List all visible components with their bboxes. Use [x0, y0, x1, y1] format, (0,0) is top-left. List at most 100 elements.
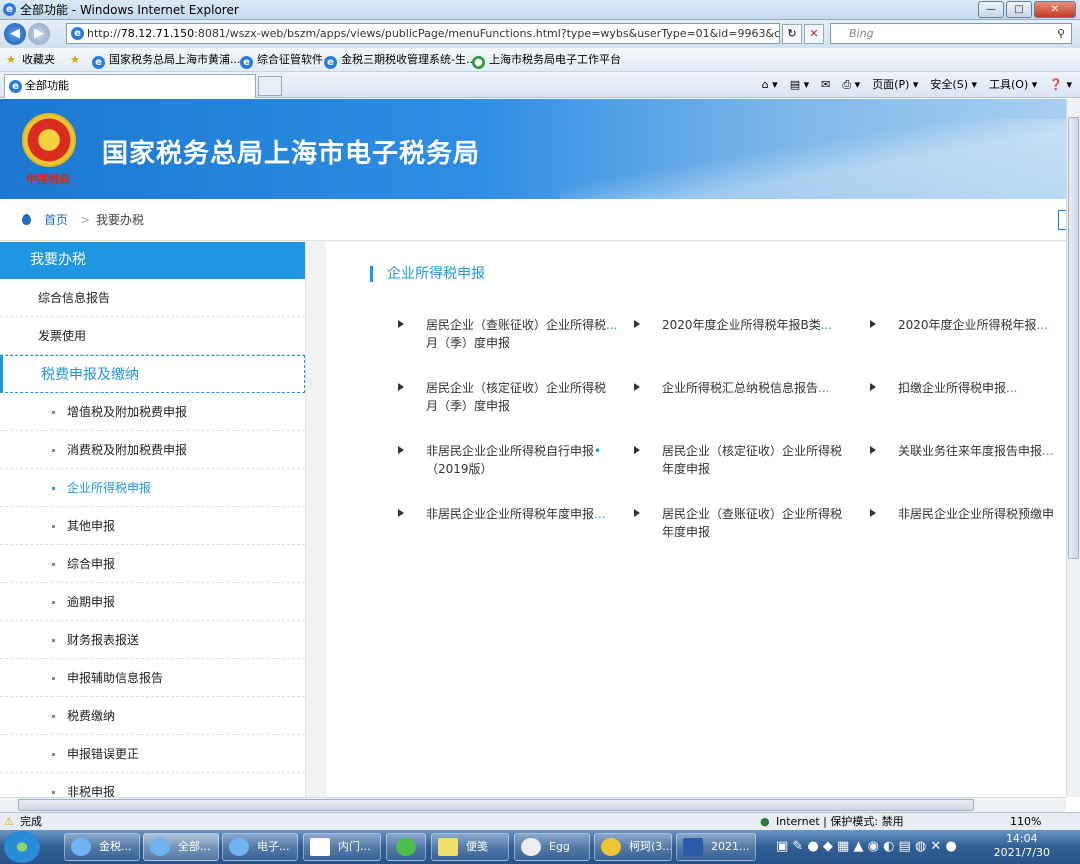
sidebar-header[interactable]: 我要办税: [0, 242, 305, 279]
function-link[interactable]: 扣缴企业所得税申报...: [870, 379, 1066, 397]
taskbar-button[interactable]: 柯珂(3...: [594, 833, 672, 861]
function-link[interactable]: 企业所得税汇总纳税信息报告...: [634, 379, 862, 397]
page-menu[interactable]: 页面(P) ▾: [872, 72, 918, 98]
function-link[interactable]: 非居民企业企业所得税年度申报...: [398, 505, 626, 523]
refresh-icon[interactable]: ↻: [782, 24, 802, 44]
bullet-icon: [52, 449, 55, 452]
vertical-scroll-thumb[interactable]: [1068, 117, 1079, 559]
search-input[interactable]: Bing ⚲: [830, 23, 1072, 44]
horizontal-scrollbar[interactable]: [0, 797, 1066, 812]
sidebar-item-auxiliary-info[interactable]: 申报辅助信息报告: [0, 659, 305, 697]
egg-icon: [521, 838, 541, 856]
sidebar-item-non-tax[interactable]: 非税申报: [0, 773, 305, 797]
function-link[interactable]: 居民企业（查账征收）企业所得税 年度申报: [634, 505, 862, 541]
function-link[interactable]: 关联业务往来年度报告申报...: [870, 442, 1066, 460]
status-bar: ⚠ 完成 ● Internet | 保护模式: 禁用 110%: [0, 812, 1080, 830]
arrow-icon: [398, 446, 404, 454]
sidebar-group-tax-filing[interactable]: 税费申报及缴纳: [0, 355, 305, 393]
horizontal-scroll-thumb[interactable]: [18, 799, 974, 811]
ie-icon: [150, 838, 170, 856]
taskbar-button[interactable]: 全部...: [143, 833, 219, 861]
url-input[interactable]: e http://78.12.71.150:8081/wszx-web/bszm…: [66, 23, 780, 44]
tab-bar: e 全部功能 ⌂ ▾ ▤ ▾ ✉ ⎙ ▾ 页面(P) ▾ 安全(S) ▾ 工具(…: [0, 72, 1080, 98]
home-icon[interactable]: ⌂ ▾: [762, 72, 778, 98]
favorite-link-1[interactable]: e 国家税务总局上海市黄浦...: [92, 48, 241, 72]
start-button[interactable]: [4, 831, 40, 863]
window-controls: — □ ✕: [978, 1, 1076, 18]
search-icon[interactable]: ⚲: [1057, 24, 1065, 43]
sidebar-item-other[interactable]: 其他申报: [0, 507, 305, 545]
print-icon[interactable]: ⎙ ▾: [842, 72, 860, 98]
sidebar-item-comprehensive[interactable]: 综合申报: [0, 545, 305, 583]
tools-menu[interactable]: 工具(O) ▾: [989, 72, 1037, 98]
national-emblem-icon: [22, 113, 76, 167]
sidebar-item-corporate-income-tax[interactable]: 企业所得税申报: [0, 469, 305, 507]
taskbar-button[interactable]: 金税...: [64, 833, 140, 861]
bullet-icon: [52, 791, 55, 794]
function-link[interactable]: 居民企业（查账征收）企业所得税... 月（季）度申报: [398, 316, 626, 352]
sidebar-item-consumption-tax[interactable]: 消费税及附加税费申报: [0, 431, 305, 469]
sidebar-item-tax-payment[interactable]: 税费缴纳: [0, 697, 305, 735]
forward-button[interactable]: ▶: [28, 23, 50, 45]
arrow-icon: [634, 446, 640, 454]
windows-taskbar: 金税... 全部... 电子... 内门... 便笺 Egg 柯珂(3... 2…: [0, 830, 1080, 864]
add-favorite-icon[interactable]: ★: [70, 48, 80, 72]
taskbar-button[interactable]: [386, 833, 426, 861]
function-link[interactable]: 2020年度企业所得税年报...: [870, 316, 1066, 334]
main-panel: 企业所得税申报 居民企业（查账征收）企业所得税... 月（季）度申报 2020年度…: [326, 242, 1066, 797]
sidebar-item-invoice[interactable]: 发票使用: [0, 317, 305, 355]
section-title: 企业所得税申报: [370, 266, 485, 282]
taskbar-button[interactable]: Egg: [514, 833, 590, 861]
clock-date: 2021/7/30: [993, 846, 1050, 859]
breadcrumb-home[interactable]: 首页: [44, 199, 68, 241]
command-bar: ⌂ ▾ ▤ ▾ ✉ ⎙ ▾ 页面(P) ▾ 安全(S) ▾ 工具(O) ▾ ❓ …: [762, 72, 1072, 98]
vertical-scrollbar[interactable]: [1066, 99, 1080, 797]
clock[interactable]: 14:04 2021/7/30: [994, 832, 1050, 860]
clock-time: 14:04: [1005, 832, 1038, 845]
taskbar-button[interactable]: 电子...: [222, 833, 298, 861]
arrow-icon: [870, 446, 876, 454]
mail-icon[interactable]: ✉: [821, 72, 830, 98]
search-placeholder: Bing: [849, 27, 874, 40]
favorites-star-icon: ★: [6, 53, 16, 66]
taskbar-button[interactable]: 便笺: [431, 833, 509, 861]
safety-menu[interactable]: 安全(S) ▾: [930, 72, 977, 98]
word-icon: [683, 838, 703, 856]
maximize-button[interactable]: □: [1006, 1, 1032, 18]
zoom-level[interactable]: 110%: [1010, 813, 1041, 830]
function-link[interactable]: 2020年度企业所得税年报B类...: [634, 316, 862, 334]
feeds-icon[interactable]: ▤ ▾: [790, 72, 809, 98]
function-link[interactable]: 居民企业（核定征收）企业所得税 月（季）度申报: [398, 379, 626, 415]
stop-icon[interactable]: ✕: [804, 24, 824, 44]
taskbar-button[interactable]: 2021...: [676, 833, 756, 861]
sidebar-item-overdue[interactable]: 逾期申报: [0, 583, 305, 621]
function-link[interactable]: 非居民企业企业所得税自行申报• （2019版）: [398, 442, 626, 478]
sidebar-item-vat[interactable]: 增值税及附加税费申报: [0, 393, 305, 431]
site-title: 国家税务总局上海市电子税务局: [102, 139, 481, 169]
help-menu[interactable]: ❓ ▾: [1049, 72, 1072, 98]
security-zone[interactable]: Internet | 保护模式: 禁用: [776, 813, 904, 830]
new-tab-button[interactable]: [258, 76, 282, 96]
arrow-icon: [870, 320, 876, 328]
favorites-bar: ★ 收藏夹 ★ e 国家税务总局上海市黄浦... e 综合征管软件 e 金税三期税收管…: [0, 48, 1080, 72]
tab-all-functions[interactable]: e 全部功能: [4, 74, 256, 98]
tray-icons[interactable]: ▣ ✎ ● ◆ ▦ ▲ ◉ ◐ ▤ ◍ ✕ ●: [776, 839, 957, 854]
function-link[interactable]: 非居民企业企业所得税预缴申: [870, 505, 1066, 523]
favorite-link-3[interactable]: e 金税三期税收管理系统-生...: [324, 48, 476, 72]
app-icon: [396, 838, 416, 856]
sidebar-item-info-report[interactable]: 综合信息报告: [0, 279, 305, 317]
back-button[interactable]: ◀: [4, 23, 26, 45]
ie-logo-icon: e: [3, 3, 16, 16]
favorite-link-4[interactable]: ● 上海市税务局电子工作平台: [472, 48, 621, 72]
ie-icon: [71, 838, 91, 856]
bullet-icon: [52, 715, 55, 718]
favorites-button[interactable]: 收藏夹: [22, 48, 55, 72]
taskbar-button[interactable]: 内门...: [303, 833, 381, 861]
favorite-link-2[interactable]: e 综合征管软件: [240, 48, 323, 72]
close-button[interactable]: ✕: [1034, 1, 1076, 18]
arrow-icon: [634, 509, 640, 517]
minimize-button[interactable]: —: [978, 1, 1004, 18]
sidebar-item-financial-reports[interactable]: 财务报表报送: [0, 621, 305, 659]
function-link[interactable]: 居民企业（核定征收）企业所得税 年度申报: [634, 442, 862, 478]
sidebar-item-correction[interactable]: 申报错误更正: [0, 735, 305, 773]
